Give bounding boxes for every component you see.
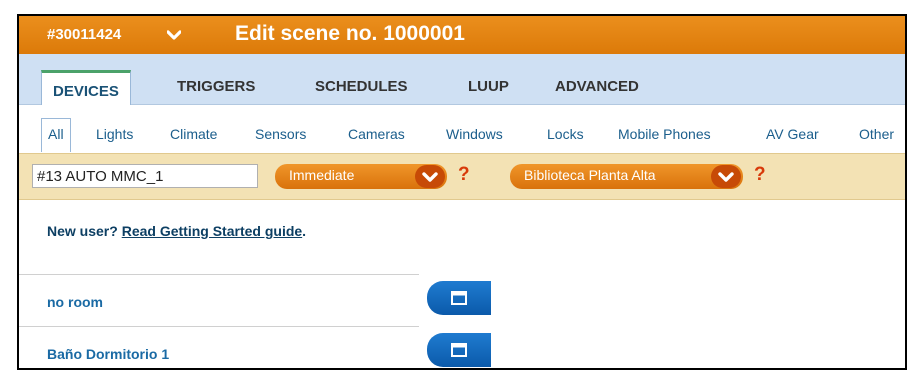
filter-bar: Immediate ? Biblioteca Planta Alta ? — [19, 153, 905, 200]
delay-select[interactable]: Immediate — [275, 164, 447, 189]
room-select[interactable]: Biblioteca Planta Alta — [510, 164, 743, 189]
category-lights[interactable]: Lights — [96, 126, 133, 142]
delay-help-icon[interactable]: ? — [458, 164, 470, 186]
room-label: Baño Dormitorio 1 — [47, 346, 170, 362]
category-windows[interactable]: Windows — [446, 126, 503, 142]
room-label: no room — [47, 294, 103, 310]
tab-advanced[interactable]: ADVANCED — [555, 78, 639, 95]
room-row[interactable]: no room — [19, 274, 419, 326]
page-title: Edit scene no. 1000001 — [235, 22, 465, 45]
title-bar: #30011424 Edit scene no. 1000001 — [19, 16, 905, 54]
room-help-icon[interactable]: ? — [754, 164, 766, 186]
device-name-input[interactable] — [32, 164, 258, 188]
room-expand-button[interactable] — [427, 333, 491, 367]
category-other[interactable]: Other — [859, 126, 894, 142]
intro-suffix: . — [302, 223, 307, 239]
room-expand-button[interactable] — [427, 281, 491, 315]
delay-select-value: Immediate — [289, 167, 355, 183]
category-locks[interactable]: Locks — [547, 126, 584, 142]
category-cameras[interactable]: Cameras — [348, 126, 405, 142]
category-sensors[interactable]: Sensors — [255, 126, 306, 142]
window-icon — [451, 291, 467, 305]
chevron-down-icon[interactable] — [415, 165, 445, 188]
tab-triggers[interactable]: TRIGGERS — [177, 78, 255, 95]
intro-prefix: New user? — [47, 223, 122, 239]
window-icon — [451, 343, 467, 357]
getting-started-notice: New user? Read Getting Started guide. — [47, 223, 306, 239]
room-row[interactable]: Baño Dormitorio 1 — [19, 326, 419, 368]
getting-started-link[interactable]: Read Getting Started guide — [122, 223, 302, 239]
chevron-down-icon[interactable] — [166, 28, 182, 42]
room-select-value: Biblioteca Planta Alta — [524, 167, 656, 183]
category-all[interactable]: All — [41, 118, 71, 152]
chevron-down-icon[interactable] — [711, 165, 741, 188]
category-climate[interactable]: Climate — [170, 126, 217, 142]
tab-luup[interactable]: LUUP — [468, 78, 509, 95]
category-mobile-phones[interactable]: Mobile Phones — [618, 126, 711, 142]
main-tabs: DEVICES TRIGGERS SCHEDULES LUUP ADVANCED — [19, 54, 905, 110]
category-filter: All Lights Climate Sensors Cameras Windo… — [19, 105, 905, 153]
unit-id: #30011424 — [47, 26, 122, 43]
tab-devices[interactable]: DEVICES — [41, 70, 131, 110]
tab-schedules[interactable]: SCHEDULES — [315, 78, 408, 95]
scene-editor-window: #30011424 Edit scene no. 1000001 DEVICES… — [17, 14, 907, 370]
category-av-gear[interactable]: AV Gear — [766, 126, 819, 142]
